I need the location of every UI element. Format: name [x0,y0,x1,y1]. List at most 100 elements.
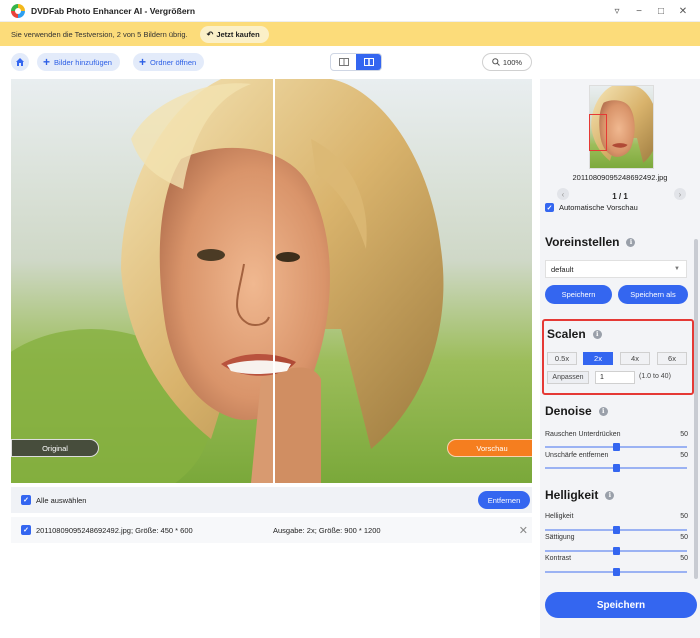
window-controls: ▿ − □ ✕ [606,0,694,22]
chevron-down-icon: ▼ [674,266,680,272]
buy-now-button[interactable]: ↶ Jetzt kaufen [199,25,269,43]
split-view-icon [363,58,374,66]
maximize-icon[interactable]: □ [650,6,672,17]
single-view-icon [338,58,349,66]
select-all-label: Alle auswählen [36,495,87,505]
saturation-value: 50 [680,534,688,541]
settings-panel: 20110809095248692492.jpg ‹ 1 / 1 › ✓ Aut… [540,79,700,638]
file-row[interactable]: ✓ 20110809095248692492.jpg; Größe: 450 *… [11,517,532,543]
window-title: DVDFab Photo Enhancer AI - Vergrößern [31,5,196,16]
preset-dropdown[interactable]: default ▼ [545,260,687,278]
scale-option-2x[interactable]: 2x [583,352,613,365]
next-image-icon[interactable]: › [674,188,686,200]
presets-section-title: Voreinstellen i [545,235,636,249]
slider-handle[interactable] [612,464,620,472]
home-icon [16,58,24,66]
plus-icon: + [43,55,51,69]
select-all-bar: ✓ Alle auswählen Entfernen [11,487,532,513]
select-all-checkbox[interactable]: ✓ [21,495,31,505]
scale-section-title: Scalen i [547,327,602,341]
toolbar: + Bilder hinzufügen + Ordner öffnen 100% [0,46,540,78]
scale-title: Scalen [547,327,586,341]
brightness-label: Helligkeit [545,513,574,520]
open-folder-button[interactable]: + Ordner öffnen [133,53,205,71]
buy-now-label: Jetzt kaufen [216,29,260,39]
minimize-icon[interactable]: − [628,6,650,17]
denoise-title: Denoise [545,404,592,418]
deblur-label: Unschärfe entfernen [545,452,609,459]
single-view-button[interactable] [331,54,356,70]
contrast-slider[interactable] [545,568,687,576]
image-preview[interactable]: Original Vorschau [11,79,532,483]
scale-option-0-5x[interactable]: 0.5x [547,352,577,365]
zoom-level: 100% [502,57,523,67]
save-button[interactable]: Speichern [545,592,697,618]
slider-handle[interactable] [612,443,620,451]
brightness-title: Helligkeit [545,488,599,502]
custom-scale-input[interactable]: 1 [595,371,635,384]
portrait-photo-enhanced [273,79,532,483]
info-icon[interactable]: i [592,329,602,339]
view-mode-toggle [330,53,382,71]
add-images-label: Bilder hinzufügen [54,57,112,67]
thumbnail-selection-frame[interactable] [589,114,607,151]
noise-reduction-slider[interactable] [545,443,687,451]
deblur-value: 50 [680,452,688,459]
close-icon[interactable]: ✕ [672,6,694,17]
scale-option-6x[interactable]: 6x [657,352,687,365]
original-pane: Original [11,79,273,483]
thumbnail-filename: 20110809095248692492.jpg [572,173,668,182]
info-icon[interactable]: i [626,237,636,247]
file-name: 20110809095248692492.jpg; Größe: 450 * 6… [36,525,193,535]
noise-reduction-label: Rauschen Unterdrücken [545,431,621,438]
scale-option-4x[interactable]: 4x [620,352,650,365]
deblur-slider[interactable] [545,464,687,472]
info-icon[interactable]: i [605,490,615,500]
enhanced-pane: Vorschau [273,79,532,483]
add-images-button[interactable]: + Bilder hinzufügen [37,53,120,71]
info-icon[interactable]: i [598,406,608,416]
original-label: Original [11,439,99,457]
auto-preview-checkbox[interactable]: ✓ [545,203,554,212]
brightness-section-title: Helligkeit i [545,488,615,502]
trial-banner: Sie verwenden die Testversion, 2 von 5 B… [0,22,700,46]
split-view-button[interactable] [356,54,381,70]
saturation-label: Sättigung [545,534,575,541]
file-output: Ausgabe: 2x; Größe: 900 * 1200 [273,525,381,535]
preview-label: Vorschau [447,439,532,457]
denoise-section-title: Denoise i [545,404,608,418]
remove-button[interactable]: Entfernen [478,491,530,509]
contrast-value: 50 [680,555,688,562]
remove-file-icon[interactable]: ✕ [519,524,528,537]
panel-scrollbar[interactable] [694,239,698,579]
file-checkbox[interactable]: ✓ [21,525,31,535]
presets-title: Voreinstellen [545,235,620,249]
cart-icon: ↶ [206,29,214,39]
preset-save-as-button[interactable]: Speichern als [618,285,688,304]
home-button[interactable] [11,53,29,71]
contrast-label: Kontrast [545,555,572,562]
scale-section: Scalen i 0.5x 2x 4x 6x Anpassen 1 (1.0 t… [542,319,694,395]
open-folder-label: Ordner öffnen [150,57,197,67]
title-bar: DVDFab Photo Enhancer AI - Vergrößern ▿ … [0,0,700,22]
auto-preview-label: Automatische Vorschau [559,203,638,212]
fit-button[interactable]: Anpassen [547,371,589,384]
slider-handle[interactable] [612,526,620,534]
plus-icon: + [139,55,147,69]
brightness-value: 50 [680,513,688,520]
slider-handle[interactable] [612,568,620,576]
brightness-slider[interactable] [545,526,687,534]
trial-banner-text: Sie verwenden die Testversion, 2 von 5 B… [11,29,188,39]
custom-scale-range: (1.0 to 40) [639,373,671,380]
zoom-control[interactable]: 100% [482,53,532,71]
app-logo-icon [11,3,25,18]
preset-selected: default [551,264,574,274]
auto-preview-option[interactable]: ✓ Automatische Vorschau [545,203,638,212]
preset-save-button[interactable]: Speichern [545,285,612,304]
saturation-slider[interactable] [545,547,687,555]
noise-reduction-value: 50 [680,431,688,438]
dropdown-icon[interactable]: ▿ [606,6,628,17]
slider-handle[interactable] [612,547,620,555]
compare-divider[interactable] [273,79,275,483]
portrait-photo [11,79,273,483]
